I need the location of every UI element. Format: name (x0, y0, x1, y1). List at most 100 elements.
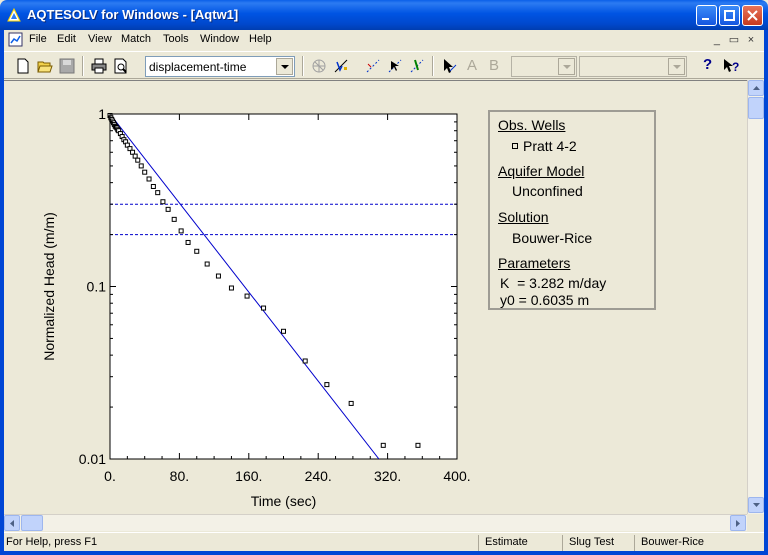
status-pane-method: Bouwer-Rice (634, 535, 760, 551)
horizontal-scrollbar[interactable] (4, 514, 747, 531)
x-tick-label: 400. (443, 468, 470, 484)
mdi-controls: _ ▭ × (710, 33, 758, 46)
data-point (348, 400, 354, 406)
scroll-left-button[interactable] (4, 515, 20, 531)
letter-b-icon: B (489, 57, 500, 74)
data-point (228, 285, 234, 291)
automatic-match-button[interactable] (406, 55, 428, 77)
toolbar-separator (302, 56, 304, 76)
mdi-close-button[interactable]: × (744, 34, 758, 46)
parameter-y0: y0 = 0.6035 m (500, 292, 590, 308)
aquifer-model-heading: Aquifer Model (498, 163, 585, 179)
status-help-text: For Help, press F1 (6, 536, 98, 548)
font-dropdown-button[interactable] (558, 58, 575, 75)
data-point (380, 442, 386, 448)
toolbar: displacement-time A B ? ? (4, 51, 764, 79)
horizontal-scroll-thumb[interactable] (21, 515, 43, 531)
menu-bar: File Edit View Match Tools Window Help _… (4, 30, 764, 50)
data-point (185, 239, 191, 245)
plot-type-dropdown-button[interactable] (276, 58, 293, 75)
dotted-line-icon (366, 59, 380, 73)
print-preview-button[interactable] (110, 55, 132, 77)
status-pane-mode: Estimate (478, 535, 562, 551)
pointer-button[interactable] (438, 55, 460, 77)
maximize-icon (724, 10, 735, 21)
mdi-minimize-button[interactable]: _ (710, 34, 724, 46)
active-type-curve-button[interactable] (384, 55, 406, 77)
scroll-down-button[interactable] (748, 497, 764, 513)
obs-well-name: Pratt 4-2 (523, 138, 577, 154)
print-button[interactable] (88, 55, 110, 77)
open-button[interactable] (34, 55, 56, 77)
new-button[interactable] (12, 55, 34, 77)
data-point (142, 169, 148, 175)
displacement-time-chart[interactable]: 0. 80. 160. 240. 320. 400. 1 0.1 0.01 Time (sec)… (40, 100, 480, 520)
context-help-icon: ? (724, 59, 739, 74)
parameter-k: K = 3.282 m/day (500, 275, 607, 291)
chevron-down-icon (673, 65, 681, 69)
help-button[interactable]: ? (698, 55, 720, 77)
chevron-down-icon (753, 503, 760, 507)
vertical-scroll-thumb[interactable] (748, 97, 764, 119)
maximize-button[interactable] (719, 5, 740, 26)
data-point (138, 163, 144, 169)
title-bar[interactable]: AQTESOLV for Windows - [Aqtw1] (0, 0, 768, 30)
data-point (324, 382, 330, 388)
text-b-button[interactable]: B (484, 55, 506, 77)
scroll-up-button[interactable] (748, 80, 764, 96)
question-mark-icon: ? (703, 56, 713, 73)
data-point (215, 273, 221, 279)
app-icon (7, 7, 21, 22)
data-point (135, 157, 141, 163)
data-point (150, 183, 156, 189)
data-point (194, 248, 200, 254)
obs-well-entry: Pratt 4-2 (512, 138, 577, 154)
toolbar-separator (82, 56, 84, 76)
data-point (178, 228, 184, 234)
font-select[interactable] (511, 56, 577, 77)
save-button[interactable] (56, 55, 78, 77)
menu-tools[interactable]: Tools (163, 33, 189, 45)
size-select[interactable] (579, 56, 687, 77)
menu-help[interactable]: Help (249, 33, 272, 45)
y-tick-label: 0.01 (79, 451, 106, 467)
chevron-up-icon (753, 86, 760, 90)
scroll-right-button[interactable] (730, 515, 746, 531)
window-title: AQTESOLV for Windows - [Aqtw1] (27, 7, 239, 22)
close-button[interactable] (742, 5, 763, 26)
menu-edit[interactable]: Edit (57, 33, 76, 45)
plot-type-value: displacement-time (149, 60, 247, 74)
vertical-scrollbar[interactable] (747, 80, 764, 514)
plot-type-select[interactable]: displacement-time (145, 56, 295, 77)
data-point (261, 305, 267, 311)
document-icon[interactable] (8, 32, 24, 47)
menu-window[interactable]: Window (200, 33, 239, 45)
save-disk-icon (59, 58, 75, 74)
solution-heading: Solution (498, 209, 549, 225)
plot-area (109, 113, 458, 460)
size-dropdown-button[interactable] (668, 58, 685, 75)
print-preview-icon (114, 58, 127, 74)
x-tick-label: 80. (170, 468, 189, 484)
x-tick-label: 240. (305, 468, 332, 484)
menu-view[interactable]: View (88, 33, 112, 45)
close-icon (747, 10, 758, 21)
svg-text:?: ? (732, 60, 739, 74)
visual-match-button[interactable] (362, 55, 384, 77)
text-a-button[interactable]: A (462, 55, 484, 77)
data-point (146, 176, 152, 182)
menu-match[interactable]: Match (121, 33, 151, 45)
chevron-down-icon (563, 65, 571, 69)
square-marker-icon (512, 143, 518, 149)
mdi-restore-button[interactable]: ▭ (727, 33, 741, 46)
x-tick-label: 160. (235, 468, 262, 484)
grid-button[interactable] (308, 55, 330, 77)
legend-panel[interactable]: Obs. Wells Pratt 4-2 Aquifer Model Uncon… (488, 110, 656, 310)
minimize-button[interactable] (696, 5, 717, 26)
open-folder-icon (37, 61, 53, 73)
x-tick-label: 0. (104, 468, 116, 484)
x-axis-label: Time (sec) (251, 493, 317, 509)
match-tool-button[interactable] (330, 55, 352, 77)
menu-file[interactable]: File (29, 33, 47, 45)
context-help-button[interactable]: ? (720, 55, 742, 77)
